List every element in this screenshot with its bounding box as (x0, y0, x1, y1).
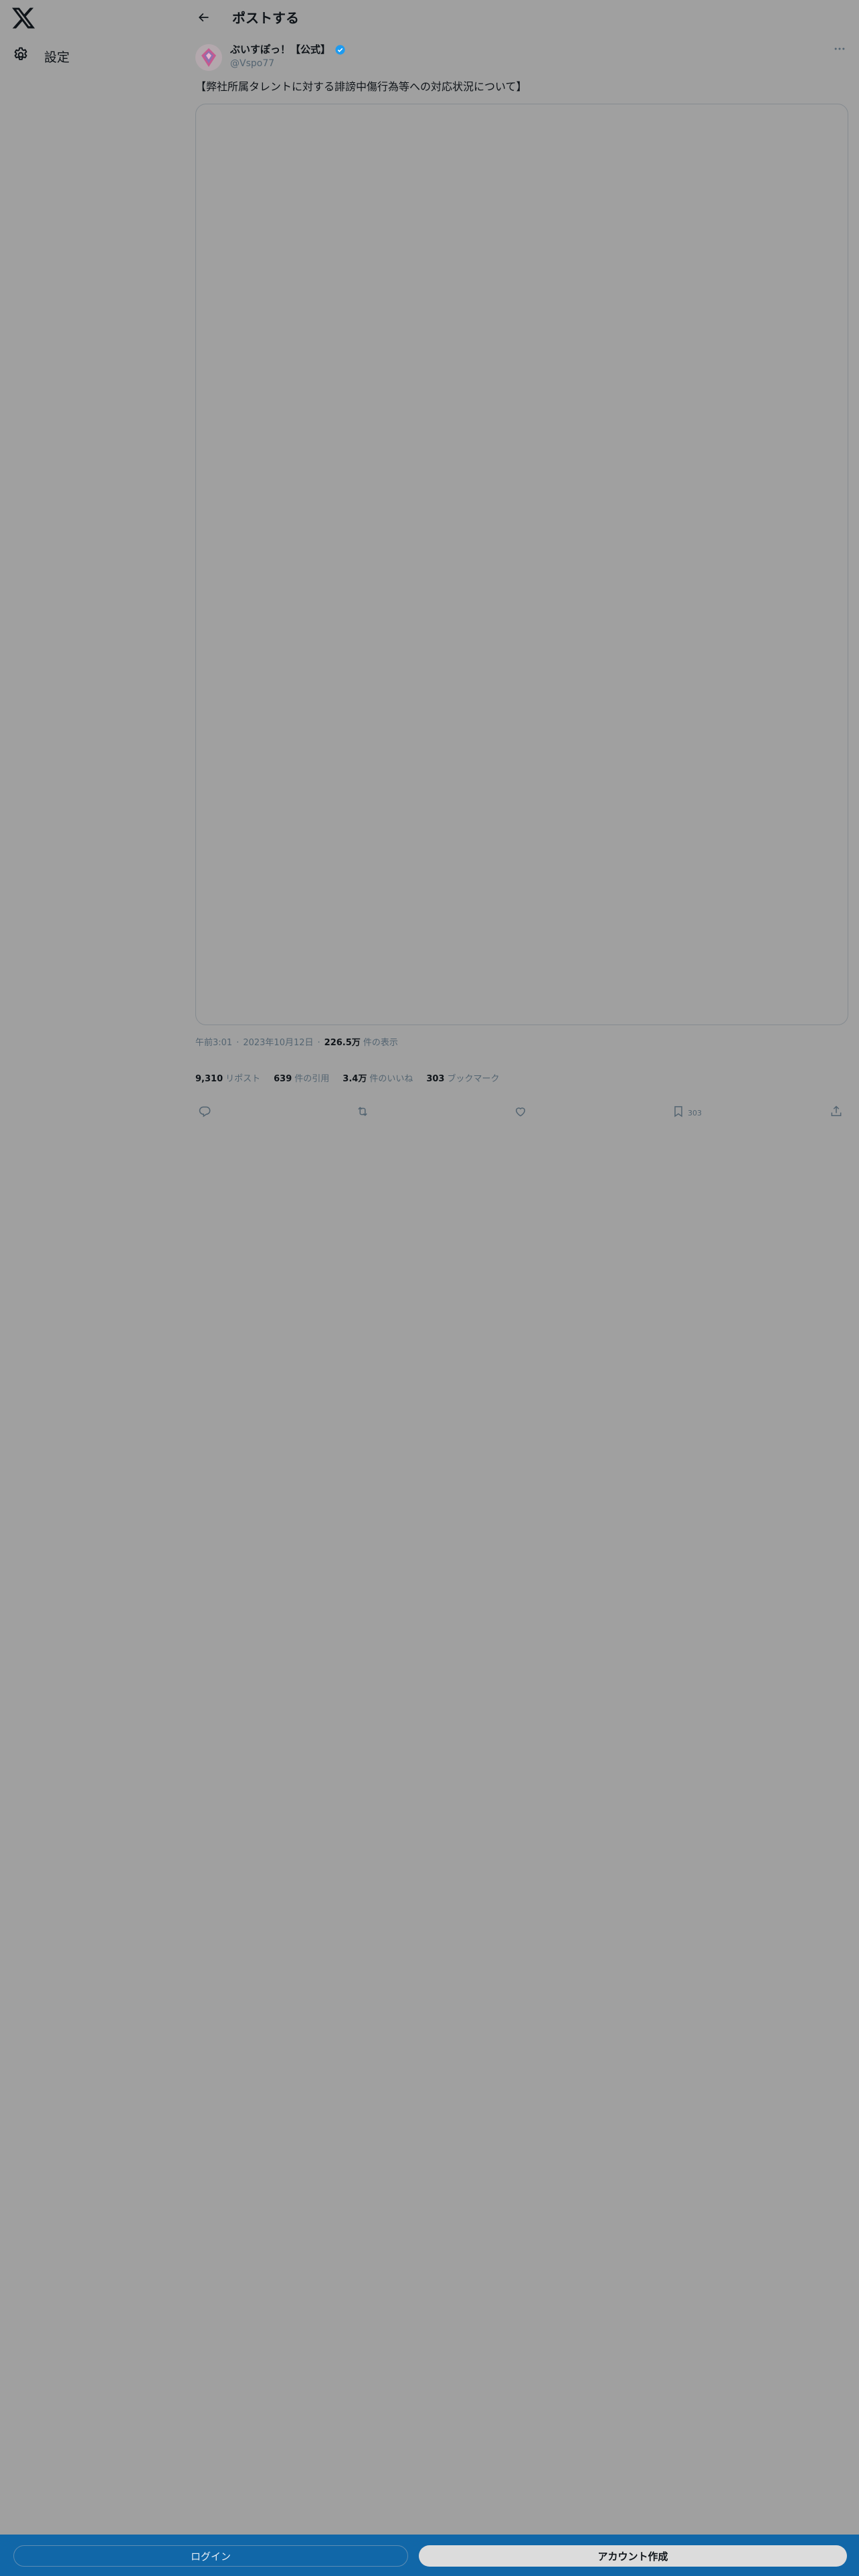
create-account-button[interactable]: アカウント作成 (419, 2545, 847, 2567)
quotes-label: 件の引用 (294, 1074, 330, 1084)
repost-button[interactable] (356, 1103, 369, 1122)
gear-icon (12, 46, 29, 66)
login-button[interactable]: ログイン (13, 2545, 408, 2567)
author-name[interactable]: ぶいすぽっ！【公式】 (230, 43, 346, 56)
arrow-left-icon (197, 11, 210, 27)
verified-badge-icon (335, 44, 346, 56)
x-logo-icon[interactable] (11, 5, 36, 31)
login-label: ログイン (190, 2550, 231, 2563)
repost-icon (356, 1105, 369, 1121)
post-media[interactable] (195, 104, 848, 1025)
likes-stat[interactable]: 3.4万 件のいいね (343, 1073, 413, 1086)
author-name-text: ぶいすぽっ！【公式】 (230, 43, 331, 56)
post-date[interactable]: 2023年10月12日 (243, 1038, 313, 1048)
share-icon (830, 1105, 843, 1121)
post-time[interactable]: 午前3:01 (195, 1038, 232, 1048)
reposts-label: リポスト (225, 1074, 261, 1084)
views-label: 件の表示 (363, 1038, 398, 1048)
bookmarks-label: ブックマーク (447, 1074, 500, 1084)
share-button[interactable] (830, 1103, 843, 1122)
bookmark-count: 303 (688, 1108, 702, 1117)
likes-count: 3.4万 (343, 1074, 367, 1084)
bookmark-button[interactable]: 303 (672, 1103, 702, 1122)
more-options-button[interactable] (830, 41, 850, 59)
likes-label: 件のいいね (369, 1074, 413, 1084)
sidebar-item-label: 設定 (44, 49, 70, 65)
reposts-stat[interactable]: 9,310 リポスト (195, 1073, 260, 1086)
post-meta: 午前3:01 · 2023年10月12日 · 226.5万 件の表示 (195, 1037, 398, 1050)
bookmark-icon (672, 1105, 685, 1121)
bookmarks-count: 303 (426, 1074, 445, 1084)
back-button[interactable] (191, 7, 215, 31)
avatar[interactable] (195, 44, 222, 71)
sidebar-item-settings[interactable]: 設定 (12, 41, 78, 71)
quotes-stat[interactable]: 639 件の引用 (274, 1073, 329, 1086)
create-account-label: アカウント作成 (597, 2550, 668, 2563)
separator: · (317, 1038, 320, 1048)
like-button[interactable] (514, 1103, 527, 1122)
heart-icon (514, 1105, 527, 1121)
author-handle[interactable]: @Vspo77 (230, 58, 274, 70)
post-text: 【弊社所属タレントに対する誹謗中傷行為等への対応状況について】 (195, 80, 527, 93)
bookmarks-stat[interactable]: 303 ブックマーク (426, 1073, 499, 1086)
reply-icon (198, 1105, 211, 1121)
reply-button[interactable] (198, 1103, 211, 1122)
quotes-count: 639 (274, 1074, 292, 1084)
more-dots-icon (833, 42, 846, 58)
post-stats: 9,310 リポスト 639 件の引用 3.4万 件のいいね 303 ブックマーク (195, 1073, 513, 1086)
reposts-count: 9,310 (195, 1074, 223, 1084)
views-count: 226.5万 (324, 1038, 361, 1048)
separator: · (236, 1038, 240, 1048)
page-title: ポストする (232, 10, 299, 26)
